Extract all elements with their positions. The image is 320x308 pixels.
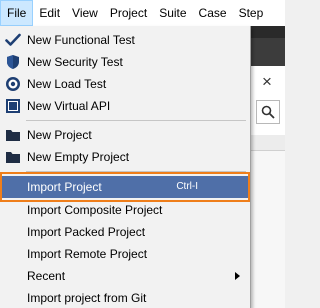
background-toolbar-top bbox=[250, 26, 285, 38]
menu-item-label: Import Remote Project bbox=[27, 247, 148, 261]
menu-item-new-empty-project[interactable]: New Empty Project bbox=[2, 146, 248, 168]
menu-item-label: New Project bbox=[27, 128, 92, 142]
highlight-callout bbox=[0, 172, 250, 202]
menu-item-new-security-test[interactable]: New Security Test bbox=[2, 51, 248, 73]
menu-item-label: New Empty Project bbox=[27, 150, 130, 164]
gauge-icon bbox=[5, 76, 21, 92]
menu-bar: File Edit View Project Suite Case Step bbox=[0, 0, 285, 26]
menu-item-label: Import project from Git bbox=[27, 291, 147, 305]
search-icon bbox=[261, 105, 275, 119]
search-button[interactable] bbox=[256, 100, 280, 124]
submenu-arrow-icon bbox=[235, 272, 240, 280]
menu-case[interactable]: Case bbox=[193, 0, 233, 26]
menu-item-label: New Load Test bbox=[27, 77, 107, 91]
background-panel bbox=[250, 135, 285, 308]
menu-item-import-remote-project[interactable]: Import Remote Project bbox=[2, 243, 248, 265]
menu-view[interactable]: View bbox=[66, 0, 104, 26]
menu-item-label: New Functional Test bbox=[27, 33, 135, 47]
menu-item-new-functional-test[interactable]: New Functional Test bbox=[2, 29, 248, 51]
menu-project[interactable]: Project bbox=[104, 0, 153, 26]
menu-item-label: Import Composite Project bbox=[27, 203, 163, 217]
menu-step[interactable]: Step bbox=[233, 0, 270, 26]
close-icon[interactable]: × bbox=[262, 72, 272, 92]
menu-item-import-composite-project[interactable]: Import Composite Project bbox=[2, 199, 248, 221]
menu-edit[interactable]: Edit bbox=[33, 0, 66, 26]
menu-item-recent[interactable]: Recent bbox=[2, 265, 248, 287]
menu-item-label: New Virtual API bbox=[27, 99, 111, 113]
menu-suite[interactable]: Suite bbox=[153, 0, 192, 26]
shield-icon bbox=[5, 54, 21, 70]
menu-item-new-load-test[interactable]: New Load Test bbox=[2, 73, 248, 95]
menu-item-new-project[interactable]: New Project bbox=[2, 124, 248, 146]
menu-item-label: Import Packed Project bbox=[27, 225, 146, 239]
file-dropdown-menu: New Functional Test New Security Test Ne… bbox=[0, 26, 251, 308]
background-panel-header bbox=[250, 135, 285, 151]
folder-icon bbox=[5, 127, 21, 143]
virtual-api-icon bbox=[5, 98, 21, 114]
menu-item-new-virtual-api[interactable]: New Virtual API bbox=[2, 95, 248, 117]
menu-item-label: New Security Test bbox=[27, 55, 123, 69]
checkmark-icon bbox=[5, 32, 21, 48]
menu-separator bbox=[26, 120, 246, 121]
menu-file[interactable]: File bbox=[0, 0, 34, 26]
folder-icon bbox=[5, 149, 21, 165]
menu-item-import-project-from-git[interactable]: Import project from Git bbox=[2, 287, 248, 308]
menu-item-import-packed-project[interactable]: Import Packed Project bbox=[2, 221, 248, 243]
menu-item-label: Recent bbox=[27, 269, 66, 283]
